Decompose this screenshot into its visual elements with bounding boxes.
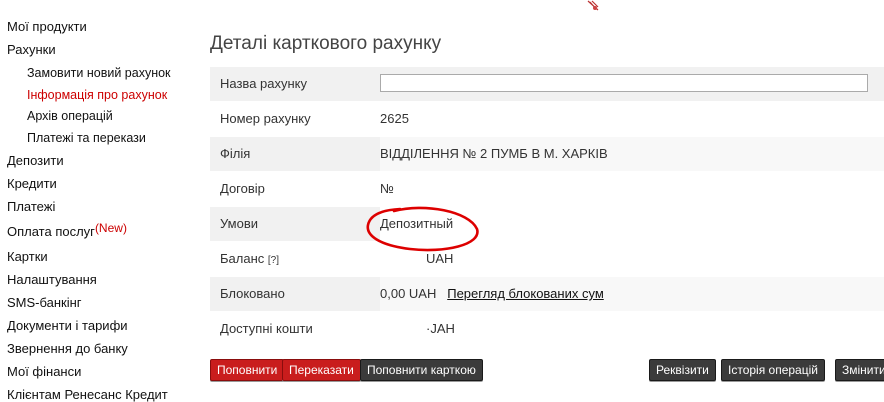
row-terms: Умови Депозитный <box>210 207 884 241</box>
sidebar-item-order-account[interactable]: Замовити новий рахунок <box>27 66 171 80</box>
label-available: Доступні кошти <box>220 321 313 336</box>
row-branch: Філія ВІДДІЛЕННЯ № 2 ПУМБ В М. ХАРКІВ <box>210 137 884 171</box>
value-branch: ВІДДІЛЕННЯ № 2 ПУМБ В М. ХАРКІВ <box>380 146 608 161</box>
label-terms: Умови <box>220 216 259 231</box>
label-blocked: Блоковано <box>220 286 285 301</box>
change-button[interactable]: Змінити <box>835 359 884 381</box>
label-balance: Баланс [?] <box>220 251 279 266</box>
topup-button[interactable]: Поповнити <box>210 359 285 381</box>
sidebar-item-renaissance-clients[interactable]: Клієнтам Ренесанс Кредит <box>7 387 168 402</box>
account-name-input[interactable] <box>380 74 868 92</box>
row-account-name: Назва рахунку <box>210 67 884 101</box>
highlight-circle-annotation <box>366 206 479 252</box>
history-button[interactable]: Історія операцій <box>721 359 825 381</box>
new-badge: (New) <box>94 221 127 235</box>
value-balance: UAH <box>426 251 454 266</box>
sidebar-item-sms-banking[interactable]: SMS-банкінг <box>7 295 82 310</box>
details-button[interactable]: Реквізити <box>649 359 716 381</box>
value-account-number: 2625 <box>380 111 409 126</box>
sidebar-item-accounts[interactable]: Рахунки <box>7 42 56 57</box>
view-blocked-link[interactable]: Перегляд блокованих сум <box>447 286 604 301</box>
label-branch: Філія <box>220 146 251 161</box>
sidebar-item-cards[interactable]: Картки <box>7 249 48 264</box>
transfer-button[interactable]: Переказати <box>282 359 361 381</box>
value-blocked: 0,00 UAH Перегляд блокованих сум <box>380 286 604 301</box>
value-contract: № <box>380 181 394 196</box>
label-account-name: Назва рахунку <box>220 76 308 91</box>
sidebar-item-contact-bank[interactable]: Звернення до банку <box>7 341 128 356</box>
label-balance-text: Баланс <box>220 251 265 266</box>
value-blocked-amount: 0,00 UAH <box>380 286 437 301</box>
topup-card-button[interactable]: Поповнити карткою <box>360 359 483 381</box>
cursor-icon <box>587 0 599 11</box>
sidebar-item-payments-transfers[interactable]: Платежі та перекази <box>27 131 146 145</box>
row-blocked: Блоковано 0,00 UAH Перегляд блокованих с… <box>210 277 884 311</box>
row-balance: Баланс [?] UAH <box>210 242 884 276</box>
page-title: Деталі карткового рахунку <box>210 33 442 54</box>
row-account-number: Номер рахунку 2625 <box>210 102 884 136</box>
row-contract: Договір № <box>210 172 884 206</box>
row-available: Доступні кошти ·JAH <box>210 312 884 346</box>
sidebar-item-documents-tariffs[interactable]: Документи і тарифи <box>7 318 128 333</box>
value-available: ·JAH <box>426 321 455 336</box>
help-link[interactable]: [?] <box>268 255 279 266</box>
sidebar-item-operations-archive[interactable]: Архів операцій <box>27 109 113 123</box>
label-contract: Договір <box>220 181 265 196</box>
label-account-number: Номер рахунку <box>220 111 311 126</box>
sidebar-item-label: Оплата послуг <box>7 224 95 239</box>
sidebar-item-settings[interactable]: Налаштування <box>7 272 97 287</box>
sidebar-item-my-products[interactable]: Мої продукти <box>7 19 87 34</box>
sidebar-item-deposits[interactable]: Депозити <box>7 153 64 168</box>
sidebar-item-account-info[interactable]: Інформація про рахунок <box>27 88 167 102</box>
sidebar-item-services-payment[interactable]: Оплата послуг(New) <box>7 221 127 239</box>
sidebar-item-credits[interactable]: Кредити <box>7 176 57 191</box>
sidebar-item-my-finances[interactable]: Мої фінанси <box>7 364 81 379</box>
sidebar-item-payments[interactable]: Платежі <box>7 199 55 214</box>
